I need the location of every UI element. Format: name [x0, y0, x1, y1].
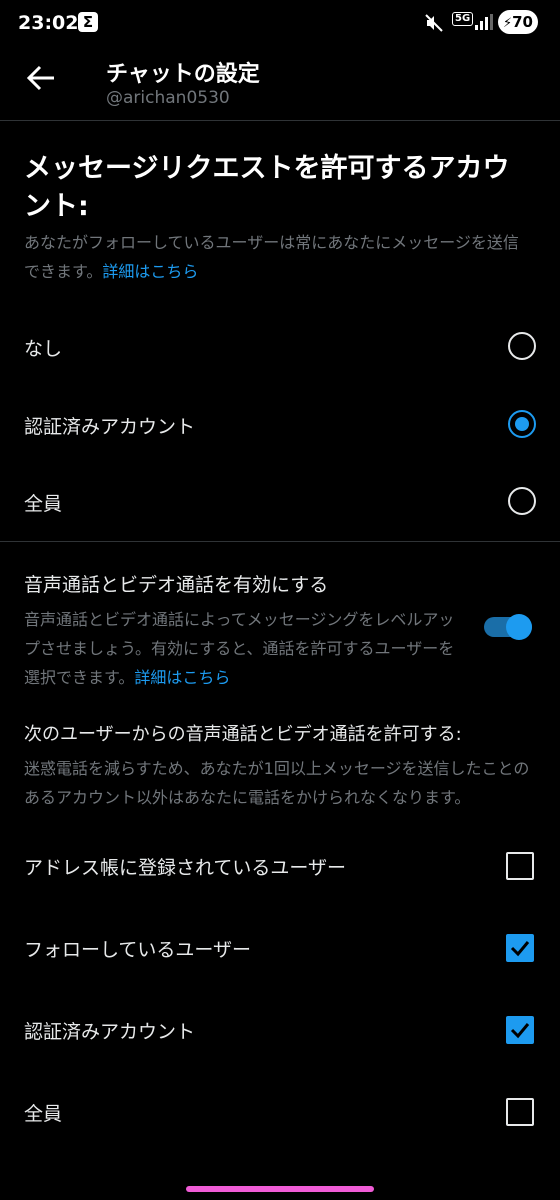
checkbox-address-book[interactable]	[506, 852, 534, 880]
allow-calls-description: 迷惑電話を減らすため、あなたが1回以上メッセージを送信したことのあるアカウント以…	[24, 759, 530, 807]
radio-verified[interactable]	[508, 410, 536, 438]
calls-description: 音声通話とビデオ通話によってメッセージングをレベルアップさせましょう。有効にする…	[24, 605, 469, 692]
header-divider	[0, 120, 560, 121]
battery-level: 70	[512, 13, 533, 31]
calls-enable-title: 音声通話とビデオ通話を有効にする	[24, 574, 329, 596]
section-divider	[0, 541, 560, 542]
message-request-description: あなたがフォローしているユーザーは常にあなたにメッセージを送信できます。詳細はこ…	[24, 228, 534, 286]
checkbox-verified[interactable]	[506, 1016, 534, 1044]
status-time: 23:02	[18, 12, 79, 34]
checkmark-icon	[510, 941, 530, 957]
signal-icon	[475, 14, 493, 34]
app-notification-icon: Σ	[78, 12, 98, 32]
message-request-description-text: あなたがフォローしているユーザーは常にあなたにメッセージを送信できます。	[24, 233, 519, 281]
network-type-badge: 5G	[452, 12, 474, 26]
home-indicator[interactable]	[186, 1186, 374, 1192]
page-title: チャットの設定	[106, 62, 260, 87]
checkbox-following[interactable]	[506, 934, 534, 962]
learn-more-link[interactable]: 詳細はこちら	[102, 262, 198, 281]
call-option-following-label: フォローしているユーザー	[24, 939, 252, 961]
calls-description-text: 音声通話とビデオ通話によってメッセージングをレベルアップさせましょう。有効にする…	[24, 610, 455, 687]
account-handle: @arichan0530	[106, 88, 230, 108]
arrow-left-icon	[26, 65, 54, 91]
option-none-label: なし	[24, 338, 63, 360]
mute-icon	[424, 13, 444, 38]
checkbox-everyone[interactable]	[506, 1098, 534, 1126]
back-button[interactable]	[22, 58, 62, 98]
option-verified-label: 認証済みアカウント	[24, 416, 196, 438]
calls-toggle[interactable]	[484, 614, 534, 640]
allow-calls-title: 次のユーザーからの音声通話とビデオ通話を許可する:	[24, 724, 462, 745]
radio-everyone[interactable]	[508, 487, 536, 515]
call-option-address-book-label: アドレス帳に登録されているユーザー	[24, 857, 347, 879]
call-option-verified-label: 認証済みアカウント	[24, 1021, 196, 1043]
call-option-everyone-label: 全員	[24, 1103, 63, 1125]
message-request-heading: メッセージリクエストを許可するアカウント:	[24, 153, 510, 222]
battery-charging-icon: ⚡70	[498, 10, 538, 34]
option-everyone-label: 全員	[24, 493, 63, 515]
toggle-knob	[506, 614, 532, 640]
radio-none[interactable]	[508, 332, 536, 360]
checkmark-icon	[510, 1023, 530, 1039]
calls-learn-more-link[interactable]: 詳細はこちら	[134, 668, 230, 687]
